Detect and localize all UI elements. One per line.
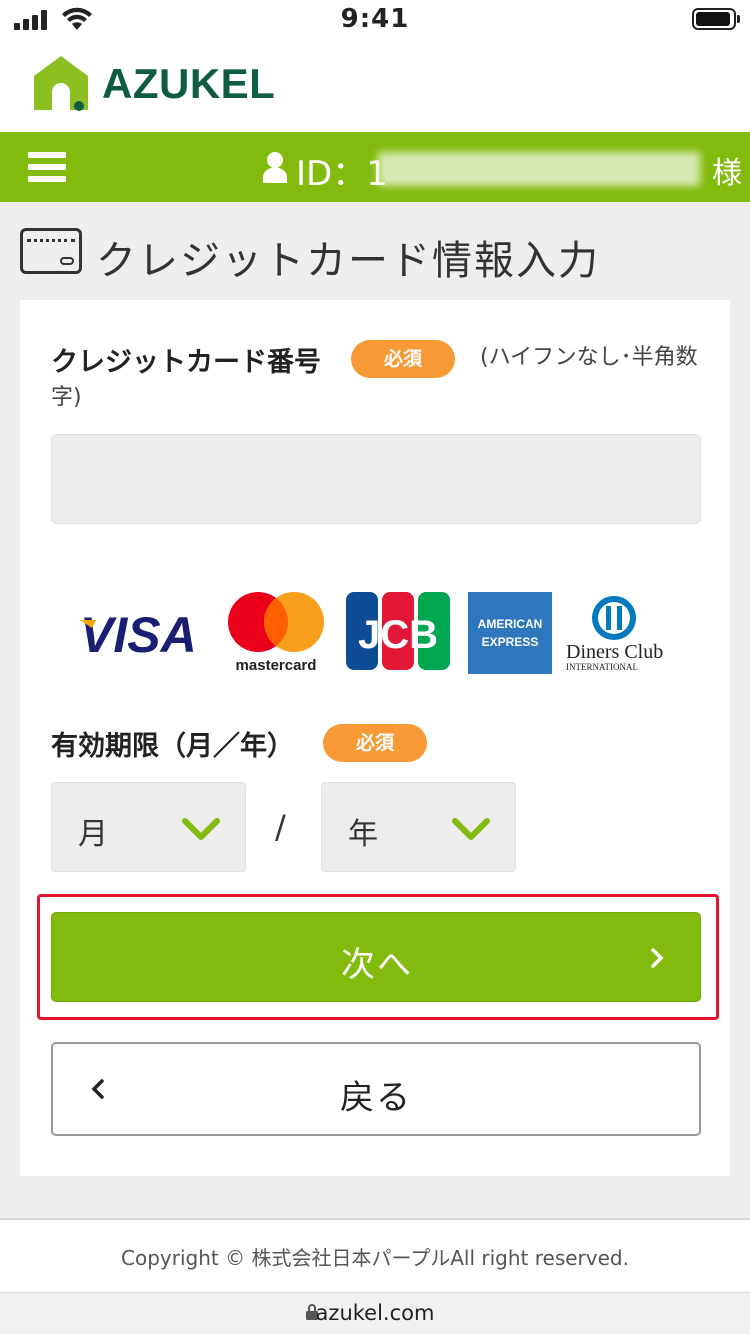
status-time: 9:41 [340, 4, 410, 34]
user-icon [263, 152, 287, 183]
url-text: azukel.com [315, 1301, 435, 1325]
jcb-logo-text: JCB [358, 613, 438, 657]
amex-logo-text-line1: AMERICAN [478, 617, 543, 631]
expiry-year-select[interactable]: 年 [321, 782, 516, 872]
amex-logo-text-line2: EXPRESS [482, 635, 539, 649]
diners-logo-text-line1: Diners Club [566, 641, 663, 663]
honorific-label: 様 [712, 156, 742, 191]
user-id-label: ID：1 [296, 154, 388, 194]
year-select-value: 年 [348, 817, 378, 852]
diners-club-logo: Diners Club INTERNATIONAL [566, 596, 663, 672]
status-bar: 9:41 [0, 0, 750, 40]
page-title: クレジットカード情報入力 [96, 238, 600, 284]
battery-icon [692, 8, 740, 30]
jcb-logo: JCB [346, 592, 450, 670]
card-number-input[interactable] [51, 434, 701, 524]
required-badge: 必須 [323, 724, 427, 762]
credit-card-icon [20, 228, 82, 274]
chevron-down-icon [182, 818, 220, 840]
american-express-logo: AMERICAN EXPRESS [468, 592, 552, 674]
logo-text[interactable]: AZUKEL [102, 60, 275, 108]
copyright-text: Copyright © 株式会社日本パープルAll right reserved… [121, 1246, 629, 1270]
site-header: AZUKEL [0, 40, 750, 132]
diners-logo-text-line2: INTERNATIONAL [566, 662, 638, 672]
mastercard-logo-text: mastercard [236, 657, 317, 674]
footer: Copyright © 株式会社日本パープルAll right reserved… [0, 1220, 750, 1292]
month-select-value: 月 [78, 817, 108, 852]
expiry-label: 有効期限（月／年） [51, 731, 294, 762]
visa-logo: VISA [80, 608, 197, 658]
back-button[interactable]: 戻る [51, 1042, 701, 1136]
expiry-separator: / [275, 808, 286, 846]
mastercard-logo: mastercard [228, 592, 324, 674]
expiry-month-select[interactable]: 月 [51, 782, 246, 872]
next-button-label: 次へ [341, 945, 413, 985]
chevron-right-icon [651, 948, 664, 968]
back-button-label: 戻る [340, 1078, 412, 1118]
visa-logo-text: VISA [80, 608, 197, 658]
browser-url-bar[interactable]: azukel.com [0, 1292, 750, 1334]
user-id-redacted [378, 152, 700, 186]
hamburger-menu-icon[interactable] [28, 152, 66, 184]
card-number-hint: (ハイフンなし･半角数字) [51, 345, 698, 410]
nav-bar: ID：1 様 [0, 132, 750, 202]
azukel-house-logo-icon[interactable] [30, 52, 92, 114]
next-button[interactable]: 次へ [51, 912, 701, 1002]
chevron-down-icon [452, 818, 490, 840]
